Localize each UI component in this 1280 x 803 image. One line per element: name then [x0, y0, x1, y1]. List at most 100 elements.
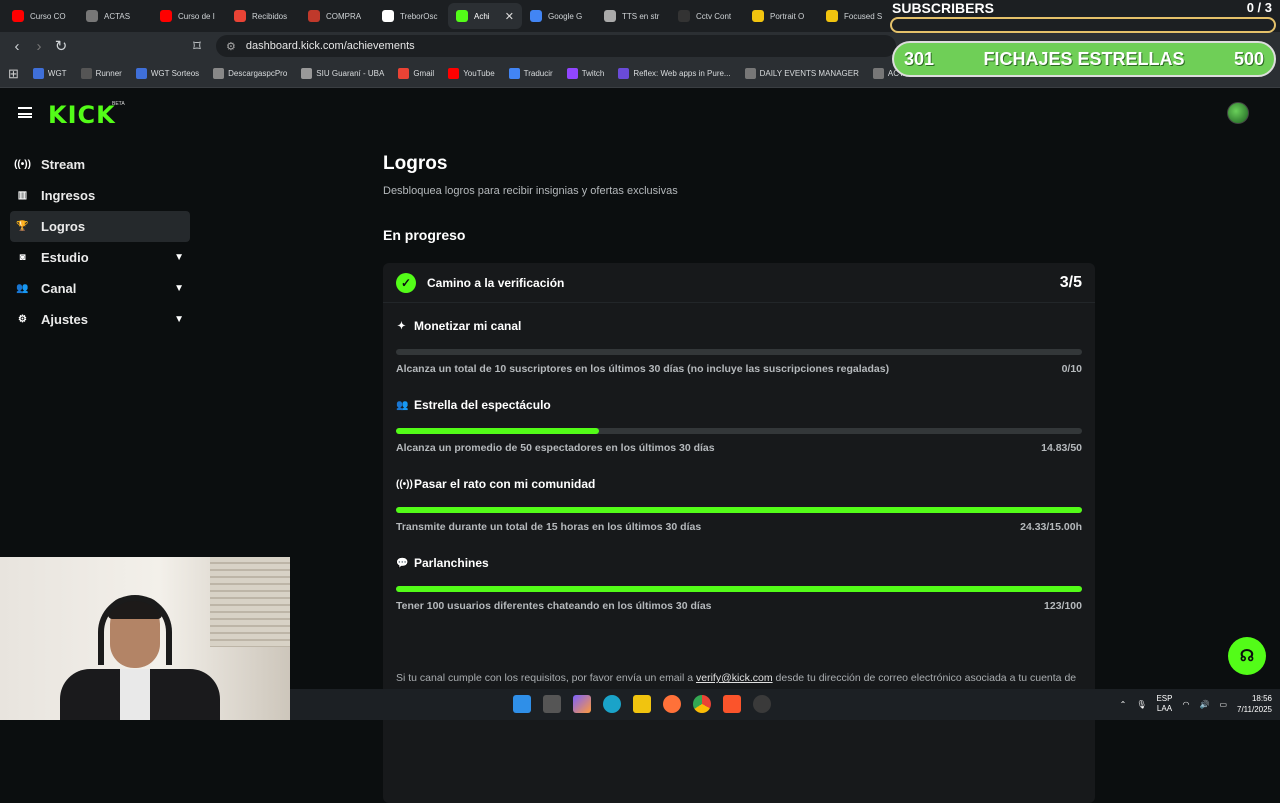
browser-tab[interactable]: Curso de I	[152, 3, 226, 29]
obs-icon[interactable]	[753, 695, 771, 713]
broadcast-icon: ((•))	[396, 478, 413, 490]
address-bar[interactable]: ⚙ dashboard.kick.com/achievements	[216, 35, 896, 57]
tab-favicon-icon	[234, 10, 246, 22]
bookmark-label: Gmail	[413, 69, 435, 78]
goal-current: 301	[904, 48, 935, 69]
progress-track	[396, 428, 1082, 434]
bookmark-item[interactable]: YouTube	[448, 68, 495, 79]
webcam-overlay	[0, 557, 290, 720]
browser-tab[interactable]: Recibidos	[226, 3, 300, 29]
sidebar-item-ingresos[interactable]: ▥ Ingresos	[10, 180, 190, 211]
language-indicator[interactable]: ESP LAA	[1156, 694, 1172, 714]
clock[interactable]: 18:56 7/11/2025	[1237, 693, 1272, 715]
tab-label: Recibidos	[252, 11, 288, 21]
overlay-goal-bar: 301 FICHAJES ESTRELLAS 500	[892, 41, 1276, 77]
browser-tab[interactable]: Portrait O	[744, 3, 818, 29]
achievement-title: Parlanchines	[414, 556, 489, 570]
bookmark-favicon-icon	[618, 68, 630, 79]
achievement-title: Pasar el rato con mi comunidad	[414, 477, 596, 491]
bookmark-item[interactable]: WGT	[32, 68, 67, 79]
close-tab-icon[interactable]: ✕	[505, 10, 514, 23]
bookmark-item[interactable]: Twitch	[566, 68, 604, 79]
taskbar-apps	[513, 695, 771, 713]
verification-card: ✓ Camino a la verificación 3/5 ✦ Monetiza…	[383, 263, 1095, 803]
browser-tab[interactable]: Google G	[522, 3, 596, 29]
bookmark-item[interactable]: SIU Guaraní - UBA	[301, 68, 384, 79]
achievement-description: Transmite durante un total de 15 horas e…	[396, 521, 702, 533]
beta-badge: BETA	[112, 101, 125, 107]
browser-tab[interactable]: Focused S	[818, 3, 892, 29]
chevron-down-icon[interactable]: ▼	[174, 283, 184, 294]
kick-logo[interactable]: KICK	[48, 101, 116, 129]
card-header[interactable]: ✓ Camino a la verificación 3/5	[383, 263, 1095, 303]
bookmark-favicon-icon	[398, 68, 410, 79]
bookmark-item[interactable]: Gmail	[398, 68, 434, 79]
bookmark-favicon-icon	[508, 68, 520, 79]
browser-tab[interactable]: TreborOsc	[374, 3, 448, 29]
support-chat-button[interactable]: ☊	[1228, 637, 1266, 675]
achievement-item: 💬 Parlanchines Tener 100 usuarios diferent…	[396, 556, 1082, 612]
page-subtitle: Desbloquea logros para recibir insignias…	[383, 185, 678, 197]
edge-icon[interactable]	[603, 695, 621, 713]
system-tray: ⌃ 🎙 ESP LAA ◠ 🔊 ▭ 18:56 7/11/2025	[1120, 693, 1272, 715]
copilot-icon[interactable]	[573, 695, 591, 713]
bookmark-item[interactable]: DAILY EVENTS MANAGER	[744, 68, 859, 79]
bookmark-label: SIU Guaraní - UBA	[316, 69, 385, 78]
tab-label: COMPRA	[326, 11, 362, 21]
bookmark-item[interactable]: DescargaspcPro	[213, 68, 287, 79]
window-blind	[210, 557, 290, 647]
achievement-header: 💬 Parlanchines	[396, 556, 1082, 570]
task-view-icon[interactable]	[543, 695, 561, 713]
sidebar-item-logros[interactable]: 🏆 Logros	[10, 211, 190, 242]
back-icon[interactable]: ‹	[6, 38, 28, 55]
bookmark-icon[interactable]: ⌑	[186, 37, 208, 55]
card-progress-count: 3/5	[1059, 274, 1082, 291]
sidebar-item-ajustes[interactable]: ⚙ Ajustes ▼	[10, 304, 190, 335]
browser-tab[interactable]: COMPRA	[300, 3, 374, 29]
browser-tab[interactable]: Cctv Cont	[670, 3, 744, 29]
browser-tab[interactable]: Achi ✕	[448, 3, 522, 29]
chevron-down-icon[interactable]: ▼	[174, 252, 184, 263]
url-text: dashboard.kick.com/achievements	[245, 40, 415, 52]
clock-date: 7/11/2025	[1237, 705, 1272, 714]
sidebar-item-canal[interactable]: 👥 Canal ▼	[10, 273, 190, 304]
overlay-frame	[890, 17, 1276, 33]
reload-icon[interactable]: ↻	[50, 37, 72, 55]
headset-icon: ☊	[1239, 648, 1255, 665]
battery-icon[interactable]: ▭	[1219, 700, 1227, 709]
browser-tab[interactable]: ACTAS	[78, 3, 152, 29]
windows-start-icon[interactable]	[513, 695, 531, 713]
forward-icon[interactable]: ›	[28, 38, 50, 55]
bookmark-item[interactable]: Runner	[80, 68, 122, 79]
wifi-icon[interactable]: ◠	[1182, 700, 1189, 709]
verify-email-link[interactable]: verify@kick.com	[696, 672, 773, 684]
bookmark-item[interactable]: Traducir	[508, 68, 553, 79]
tab-favicon-icon	[678, 10, 690, 22]
browser-tab[interactable]: TTS en str	[596, 3, 670, 29]
chrome-icon[interactable]	[693, 695, 711, 713]
browser-tab[interactable]: Curso CO	[4, 3, 78, 29]
sidebar-item-estudio[interactable]: ◙ Estudio ▼	[10, 242, 190, 273]
app-header: KICK BETA	[0, 89, 1280, 137]
brave-icon[interactable]	[723, 695, 741, 713]
firefox-icon[interactable]	[663, 695, 681, 713]
os-taskbar: ⌃ 🎙 ESP LAA ◠ 🔊 ▭ 18:56 7/11/2025	[290, 689, 1280, 720]
bookmark-item[interactable]: Reflex: Web apps in Pure...	[618, 68, 731, 79]
file-explorer-icon[interactable]	[633, 695, 651, 713]
volume-icon[interactable]: 🔊	[1199, 700, 1209, 709]
apps-grid-icon[interactable]: ⊞	[8, 66, 19, 82]
bookmark-favicon-icon	[213, 68, 225, 79]
avatar[interactable]	[1227, 102, 1249, 124]
chevron-down-icon[interactable]: ▼	[174, 314, 184, 325]
tab-favicon-icon	[160, 10, 172, 22]
achievement-header: ((•)) Pasar el rato con mi comunidad	[396, 477, 1082, 491]
microphone-icon[interactable]: 🎙	[1136, 700, 1146, 709]
sidebar-item-label: Estudio	[41, 250, 89, 265]
tray-overflow-icon[interactable]: ⌃	[1120, 700, 1127, 709]
site-info-icon[interactable]: ⚙	[226, 40, 236, 53]
sidebar-item-stream[interactable]: ((•)) Stream	[10, 149, 190, 180]
bookmark-favicon-icon	[301, 68, 313, 79]
menu-icon[interactable]	[18, 107, 32, 118]
bookmark-item[interactable]: WGT Sorteos	[135, 68, 199, 79]
achievement-title: Monetizar mi canal	[414, 319, 522, 333]
